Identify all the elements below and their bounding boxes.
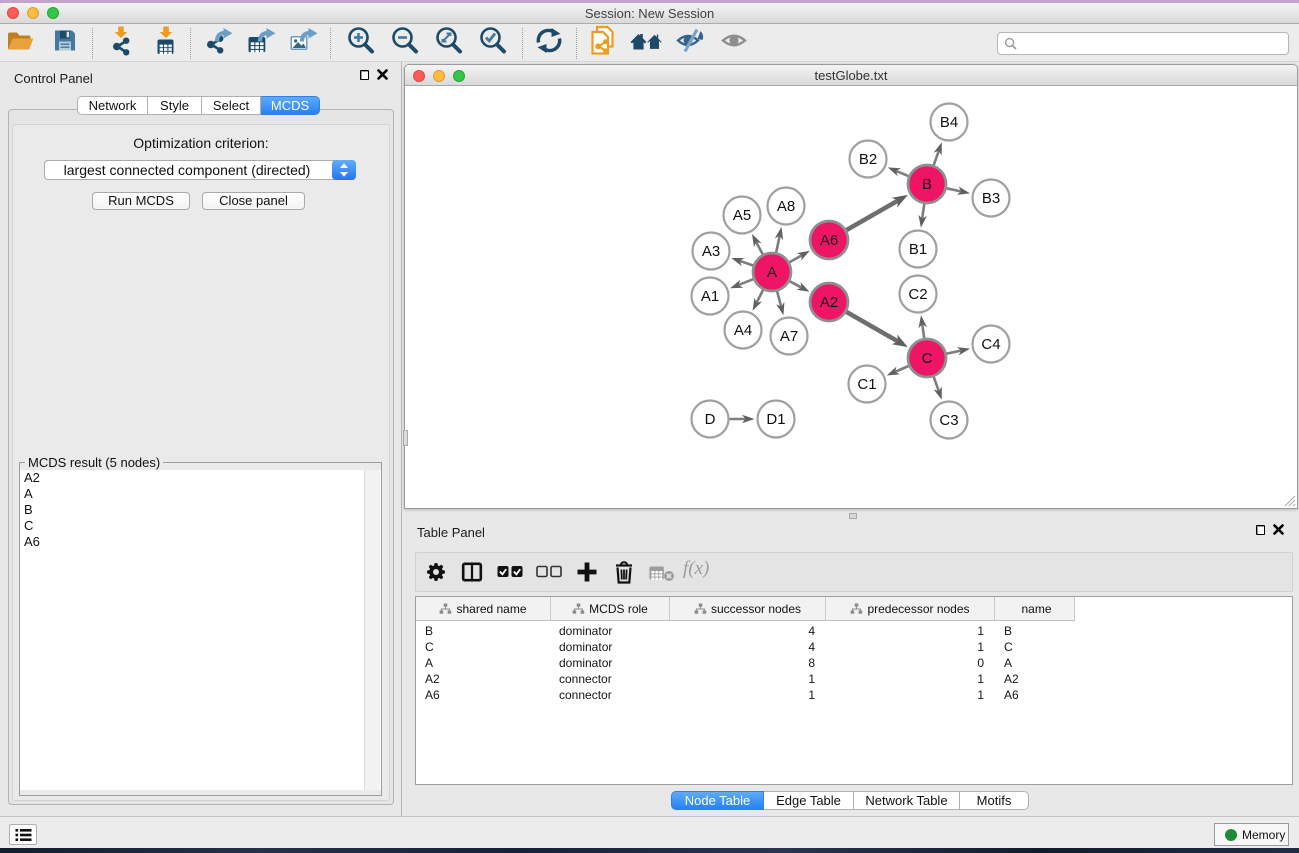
svg-text:C1: C1 [857,376,876,393]
svg-text:A1: A1 [701,288,719,305]
svg-text:B2: B2 [859,151,877,168]
svg-text:B4: B4 [940,114,958,131]
svg-text:D1: D1 [766,411,785,428]
svg-text:A5: A5 [733,207,751,224]
svg-text:D: D [705,411,716,428]
svg-text:A8: A8 [777,198,795,215]
svg-text:A7: A7 [780,328,798,345]
svg-text:C2: C2 [908,286,927,303]
svg-text:A4: A4 [734,322,752,339]
svg-text:C3: C3 [939,412,958,429]
svg-text:B3: B3 [982,190,1000,207]
svg-text:C: C [922,350,933,367]
svg-text:A: A [767,264,777,281]
svg-text:C4: C4 [981,336,1000,353]
svg-text:B: B [922,176,932,193]
svg-text:B1: B1 [909,241,927,258]
svg-text:A2: A2 [820,294,838,311]
svg-text:A6: A6 [820,232,838,249]
svg-text:A3: A3 [702,243,720,260]
